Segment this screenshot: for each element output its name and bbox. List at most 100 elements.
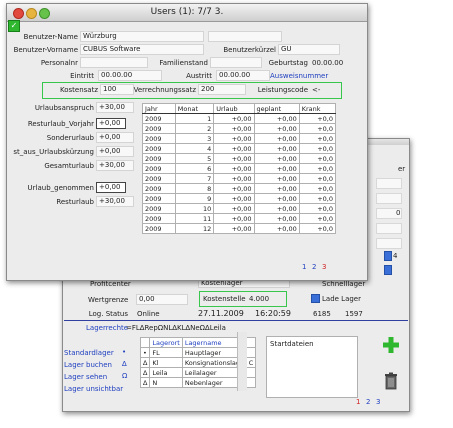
cell-urlaub: +0,00 bbox=[213, 193, 255, 204]
kuerzel-field[interactable]: GU bbox=[278, 44, 340, 55]
lagerrechte-link[interactable]: Lagerrechte bbox=[86, 324, 128, 332]
gesamturlaub-field[interactable]: +30,00 bbox=[96, 160, 134, 171]
urlaubsanspruch-label: Urlaubsanspruch bbox=[34, 104, 94, 112]
table-row[interactable]: 2009 6 +0,00 +0,00 +0,0 bbox=[142, 163, 337, 174]
table-row[interactable]: 2009 10 +0,00 +0,00 +0,0 bbox=[142, 203, 337, 214]
kostenstelle-value[interactable]: 4.000 bbox=[249, 295, 269, 303]
familienstand-label: Familienstand bbox=[159, 59, 208, 67]
front-page-2[interactable]: 2 bbox=[312, 263, 316, 271]
front-page-3[interactable]: 3 bbox=[322, 263, 326, 271]
table-row[interactable]: 2009 2 +0,00 +0,00 +0,0 bbox=[142, 123, 337, 134]
back-select-2[interactable] bbox=[384, 265, 392, 275]
cell-jahr: 2009 bbox=[142, 203, 176, 214]
sonderurlaub-field[interactable]: +0,00 bbox=[96, 132, 134, 143]
back-page-2[interactable]: 2 bbox=[366, 398, 370, 406]
cell-jahr: 2009 bbox=[142, 223, 176, 234]
geburtstag-label: Geburtstag bbox=[268, 59, 308, 67]
resturlaub-field[interactable]: +30,00 bbox=[96, 196, 134, 207]
urlaub-table: Jahr Monat Urlaub geplant Krank 2009 1 +0,… bbox=[142, 103, 337, 234]
lager-cell-ort: Leila bbox=[149, 367, 183, 378]
schnelllager-label: Schnelllager bbox=[322, 280, 366, 288]
cell-krank: +0,0 bbox=[298, 163, 337, 174]
cell-urlaub: +0,00 bbox=[213, 143, 255, 154]
cell-monat: 12 bbox=[174, 223, 215, 234]
cell-urlaub: +0,00 bbox=[213, 183, 255, 194]
cell-jahr: 2009 bbox=[142, 123, 176, 134]
back-right-field-4[interactable] bbox=[376, 223, 402, 234]
back-right-field-2[interactable] bbox=[376, 193, 402, 204]
back-page-1[interactable]: 1 bbox=[356, 398, 360, 406]
back-page-3[interactable]: 3 bbox=[376, 398, 380, 406]
kuerzel-label: Benutzerkürzel bbox=[223, 46, 276, 54]
familienstand-field[interactable] bbox=[210, 57, 262, 68]
cell-krank: +0,0 bbox=[298, 183, 337, 194]
cell-geplant: +0,00 bbox=[253, 143, 300, 154]
lager-unsichtbar-link[interactable]: Lager unsichtbar bbox=[64, 385, 123, 393]
cell-krank: +0,0 bbox=[298, 203, 337, 214]
lager-sehen-bullet: Ω bbox=[122, 372, 128, 380]
standardlager-link[interactable]: Standardlager bbox=[64, 349, 114, 357]
cell-geplant: +0,00 bbox=[253, 153, 300, 164]
table-row[interactable]: 2009 3 +0,00 +0,00 +0,0 bbox=[142, 133, 337, 144]
name-field[interactable]: Würzburg bbox=[80, 31, 204, 42]
cell-jahr: 2009 bbox=[142, 213, 176, 224]
table-row[interactable]: 2009 4 +0,00 +0,00 +0,0 bbox=[142, 143, 337, 154]
wertgrenze-label: Wertgrenze bbox=[88, 296, 129, 304]
startdateien-label: Startdateien bbox=[270, 340, 314, 348]
leistungscode-value[interactable]: <- bbox=[312, 86, 320, 94]
cell-monat: 5 bbox=[174, 153, 215, 164]
front-titlebar[interactable]: Users (1): 7/7 3. bbox=[7, 4, 367, 22]
table-row[interactable]: 2009 8 +0,00 +0,00 +0,0 bbox=[142, 183, 337, 194]
name-extra-field[interactable] bbox=[208, 31, 282, 42]
cell-monat: 1 bbox=[174, 113, 215, 124]
table-row[interactable]: 2009 5 +0,00 +0,00 +0,0 bbox=[142, 153, 337, 164]
cell-geplant: +0,00 bbox=[253, 173, 300, 184]
back-divider bbox=[64, 320, 408, 321]
col-header-geplant: geplant bbox=[253, 103, 300, 114]
wertgrenze-field[interactable]: 0,00 bbox=[136, 294, 188, 305]
kostensatz-field[interactable]: 100 bbox=[100, 84, 134, 95]
kostensatz-label: Kostensatz bbox=[59, 86, 98, 94]
cell-urlaub: +0,00 bbox=[213, 123, 255, 134]
add-button[interactable] bbox=[382, 336, 400, 354]
cell-monat: 3 bbox=[174, 133, 215, 144]
urlaubsanspruch-field[interactable]: +30,00 bbox=[96, 102, 134, 113]
table-row[interactable]: 2009 7 +0,00 +0,00 +0,0 bbox=[142, 173, 337, 184]
lager-cell-ort: FL bbox=[149, 347, 183, 358]
ladelager-checkbox[interactable] bbox=[311, 294, 320, 303]
col-header-krank: Krank bbox=[298, 103, 337, 114]
table-row[interactable]: 2009 11 +0,00 +0,00 +0,0 bbox=[142, 213, 337, 224]
sonderurlaub-label: Sonderurlaub bbox=[46, 134, 94, 142]
personalnr-field[interactable] bbox=[80, 57, 148, 68]
vorname-label: Benutzer-Vorname bbox=[13, 46, 78, 54]
urlaub-genommen-field[interactable]: +0,00 bbox=[96, 182, 126, 193]
back-right-field-1[interactable] bbox=[376, 178, 402, 189]
cell-urlaub: +0,00 bbox=[213, 153, 255, 164]
back-select-1[interactable] bbox=[384, 251, 392, 261]
austritt-field[interactable]: 00.00.00 bbox=[216, 70, 270, 81]
geburtstag-value[interactable]: 00.00.00 bbox=[312, 59, 343, 67]
cell-jahr: 2009 bbox=[142, 113, 176, 124]
eintritt-field[interactable]: 00.00.00 bbox=[98, 70, 162, 81]
urlaubskuerzung-field[interactable]: +0,00 bbox=[96, 146, 134, 157]
back-frag-er: er bbox=[398, 165, 406, 173]
cell-urlaub: +0,00 bbox=[213, 173, 255, 184]
lager-buchen-link[interactable]: Lager buchen bbox=[64, 361, 112, 369]
ausweisnummer-link[interactable]: Ausweisnummer bbox=[270, 72, 328, 80]
log-number-2: 1597 bbox=[345, 310, 363, 318]
cell-urlaub: +0,00 bbox=[213, 113, 255, 124]
back-right-field-5[interactable] bbox=[376, 238, 402, 249]
front-page-1[interactable]: 1 bbox=[302, 263, 306, 271]
resturlaub-vorjahr-field[interactable]: +0,00 bbox=[96, 118, 126, 129]
delete-button[interactable] bbox=[384, 372, 398, 390]
verrechnung-field[interactable]: 200 bbox=[198, 84, 246, 95]
lager-table-scrollbar[interactable] bbox=[237, 332, 247, 391]
table-row[interactable]: 2009 12 +0,00 +0,00 +0,0 bbox=[142, 223, 337, 234]
lager-sehen-link[interactable]: Lager sehen bbox=[64, 373, 107, 381]
col-header-jahr: Jahr bbox=[142, 103, 176, 114]
active-check-icon[interactable]: ✓ bbox=[8, 20, 20, 32]
cell-monat: 10 bbox=[174, 203, 215, 214]
table-row[interactable]: 2009 1 +0,00 +0,00 +0,0 bbox=[142, 113, 337, 124]
vorname-field[interactable]: CUBUS Software bbox=[80, 44, 204, 55]
table-row[interactable]: 2009 9 +0,00 +0,00 +0,0 bbox=[142, 193, 337, 204]
